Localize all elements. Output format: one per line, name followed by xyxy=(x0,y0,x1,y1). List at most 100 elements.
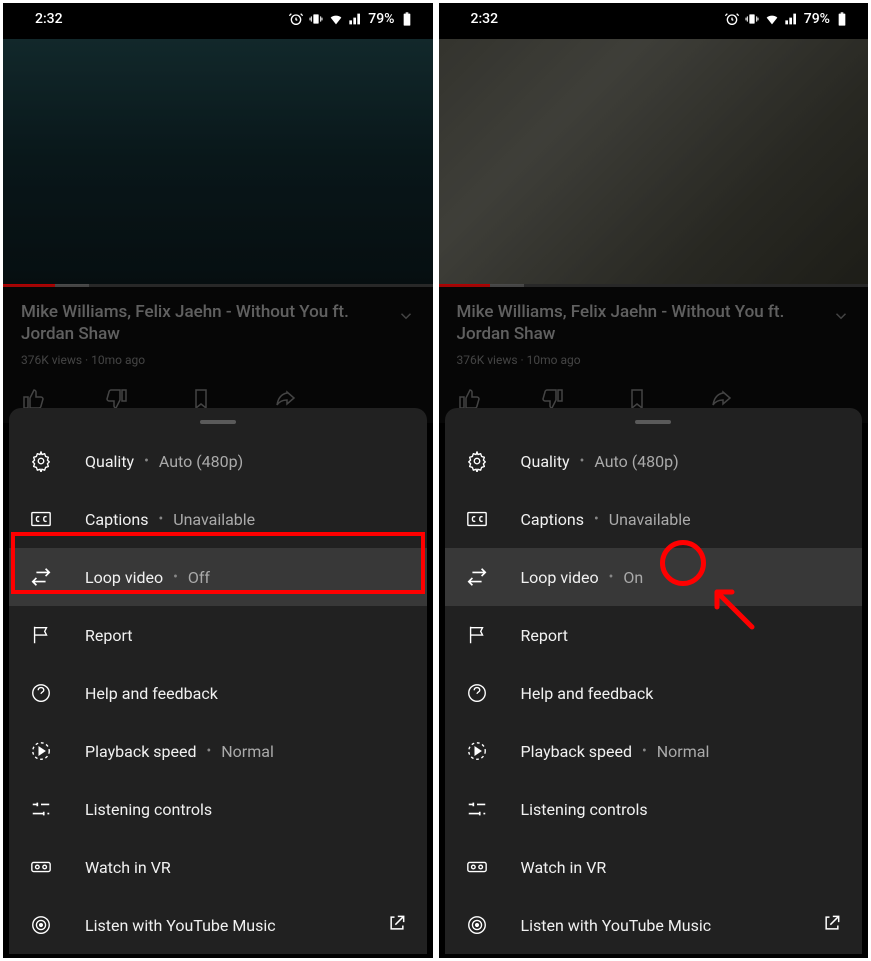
loop-item[interactable]: Loop video • On xyxy=(445,548,863,606)
vibrate-icon xyxy=(308,11,324,27)
alarm-icon xyxy=(288,11,304,27)
speed-value: Normal xyxy=(221,742,274,761)
ytmusic-item[interactable]: Listen with YouTube Music xyxy=(445,896,863,954)
captions-item[interactable]: Captions • Unavailable xyxy=(9,490,427,548)
captions-value: Unavailable xyxy=(609,510,691,529)
separator-dot: • xyxy=(173,569,178,585)
captions-label: Captions xyxy=(85,510,148,529)
quality-item[interactable]: Quality • Auto (480p) xyxy=(9,432,427,490)
loop-label: Loop video xyxy=(85,568,163,587)
sheet-handle[interactable] xyxy=(200,420,236,424)
phone-right: 2:32 79% Mike Williams, Felix Jaehn - Wi… xyxy=(439,3,869,958)
vibrate-icon xyxy=(744,11,760,27)
separator-dot: • xyxy=(642,743,647,759)
speed-label: Playback speed xyxy=(85,742,197,761)
speed-item[interactable]: Playback speed • Normal xyxy=(9,722,427,780)
status-time: 2:32 xyxy=(471,11,499,27)
speed-label: Playback speed xyxy=(521,742,633,761)
status-indicators: 79% xyxy=(288,11,414,27)
sheet-handle[interactable] xyxy=(635,420,671,424)
captions-item[interactable]: Captions • Unavailable xyxy=(445,490,863,548)
sliders-icon xyxy=(465,797,489,821)
vr-label: Watch in VR xyxy=(85,858,171,877)
phone-left: 2:32 79% Mike Williams, Felix Jaehn - Wi… xyxy=(3,3,433,958)
video-player[interactable] xyxy=(439,39,869,285)
separator-dot: • xyxy=(158,511,163,527)
gear-icon xyxy=(465,449,489,473)
speed-icon xyxy=(29,739,53,763)
loop-value: Off xyxy=(188,568,210,587)
music-icon xyxy=(29,913,53,937)
wifi-icon xyxy=(764,11,780,27)
ytmusic-item[interactable]: Listen with YouTube Music xyxy=(9,896,427,954)
battery-percent: 79% xyxy=(368,11,394,27)
help-label: Help and feedback xyxy=(521,684,654,703)
video-title: Mike Williams, Felix Jaehn - Without You… xyxy=(457,301,851,345)
loop-item[interactable]: Loop video • Off xyxy=(9,548,427,606)
speed-value: Normal xyxy=(657,742,710,761)
report-item[interactable]: Report xyxy=(445,606,863,664)
report-item[interactable]: Report xyxy=(9,606,427,664)
sliders-icon xyxy=(29,797,53,821)
ytmusic-label: Listen with YouTube Music xyxy=(85,916,276,935)
video-title: Mike Williams, Felix Jaehn - Without You… xyxy=(21,301,415,345)
separator-dot: • xyxy=(207,743,212,759)
help-item[interactable]: Help and feedback xyxy=(9,664,427,722)
help-label: Help and feedback xyxy=(85,684,218,703)
separator-dot: • xyxy=(580,453,585,469)
flag-icon xyxy=(29,623,53,647)
signal-icon xyxy=(784,11,800,27)
listening-item[interactable]: Listening controls xyxy=(9,780,427,838)
flag-icon xyxy=(465,623,489,647)
vr-label: Watch in VR xyxy=(521,858,607,877)
quality-value: Auto (480p) xyxy=(159,452,243,471)
alarm-icon xyxy=(724,11,740,27)
battery-icon xyxy=(399,11,415,27)
help-item[interactable]: Help and feedback xyxy=(445,664,863,722)
help-icon xyxy=(465,681,489,705)
status-indicators: 79% xyxy=(724,11,850,27)
cc-icon xyxy=(29,507,53,531)
status-time: 2:32 xyxy=(35,11,63,27)
loop-value: On xyxy=(623,568,643,587)
quality-label: Quality xyxy=(521,452,570,471)
listening-label: Listening controls xyxy=(85,800,212,819)
listening-item[interactable]: Listening controls xyxy=(445,780,863,838)
loop-icon xyxy=(29,565,53,589)
gear-icon xyxy=(29,449,53,473)
ytmusic-label: Listen with YouTube Music xyxy=(521,916,712,935)
speed-item[interactable]: Playback speed • Normal xyxy=(445,722,863,780)
speed-icon xyxy=(465,739,489,763)
settings-sheet: Quality • Auto (480p) Captions • Unavail… xyxy=(445,408,863,954)
battery-percent: 79% xyxy=(804,11,830,27)
video-meta: 376K views · 10mo ago xyxy=(457,353,851,367)
external-link-icon xyxy=(822,913,842,937)
vr-icon xyxy=(29,855,53,879)
cc-icon xyxy=(465,507,489,531)
separator-dot: • xyxy=(144,453,149,469)
content-area: Mike Williams, Felix Jaehn - Without You… xyxy=(439,285,869,423)
quality-label: Quality xyxy=(85,452,134,471)
separator-dot: • xyxy=(594,511,599,527)
chevron-down-icon[interactable] xyxy=(832,307,850,325)
chevron-down-icon[interactable] xyxy=(397,307,415,325)
vr-icon xyxy=(465,855,489,879)
signal-icon xyxy=(348,11,364,27)
content-area: Mike Williams, Felix Jaehn - Without You… xyxy=(3,285,433,423)
loop-icon xyxy=(465,565,489,589)
captions-label: Captions xyxy=(521,510,584,529)
captions-value: Unavailable xyxy=(173,510,255,529)
listening-label: Listening controls xyxy=(521,800,648,819)
separator-dot: • xyxy=(609,569,614,585)
wifi-icon xyxy=(328,11,344,27)
vr-item[interactable]: Watch in VR xyxy=(445,838,863,896)
video-meta: 376K views · 10mo ago xyxy=(21,353,415,367)
loop-label: Loop video xyxy=(521,568,599,587)
vr-item[interactable]: Watch in VR xyxy=(9,838,427,896)
settings-sheet: Quality • Auto (480p) Captions • Unavail… xyxy=(9,408,427,954)
report-label: Report xyxy=(521,626,569,645)
quality-item[interactable]: Quality • Auto (480p) xyxy=(445,432,863,490)
help-icon xyxy=(29,681,53,705)
status-bar: 2:32 79% xyxy=(439,3,869,31)
video-player[interactable] xyxy=(3,39,433,285)
